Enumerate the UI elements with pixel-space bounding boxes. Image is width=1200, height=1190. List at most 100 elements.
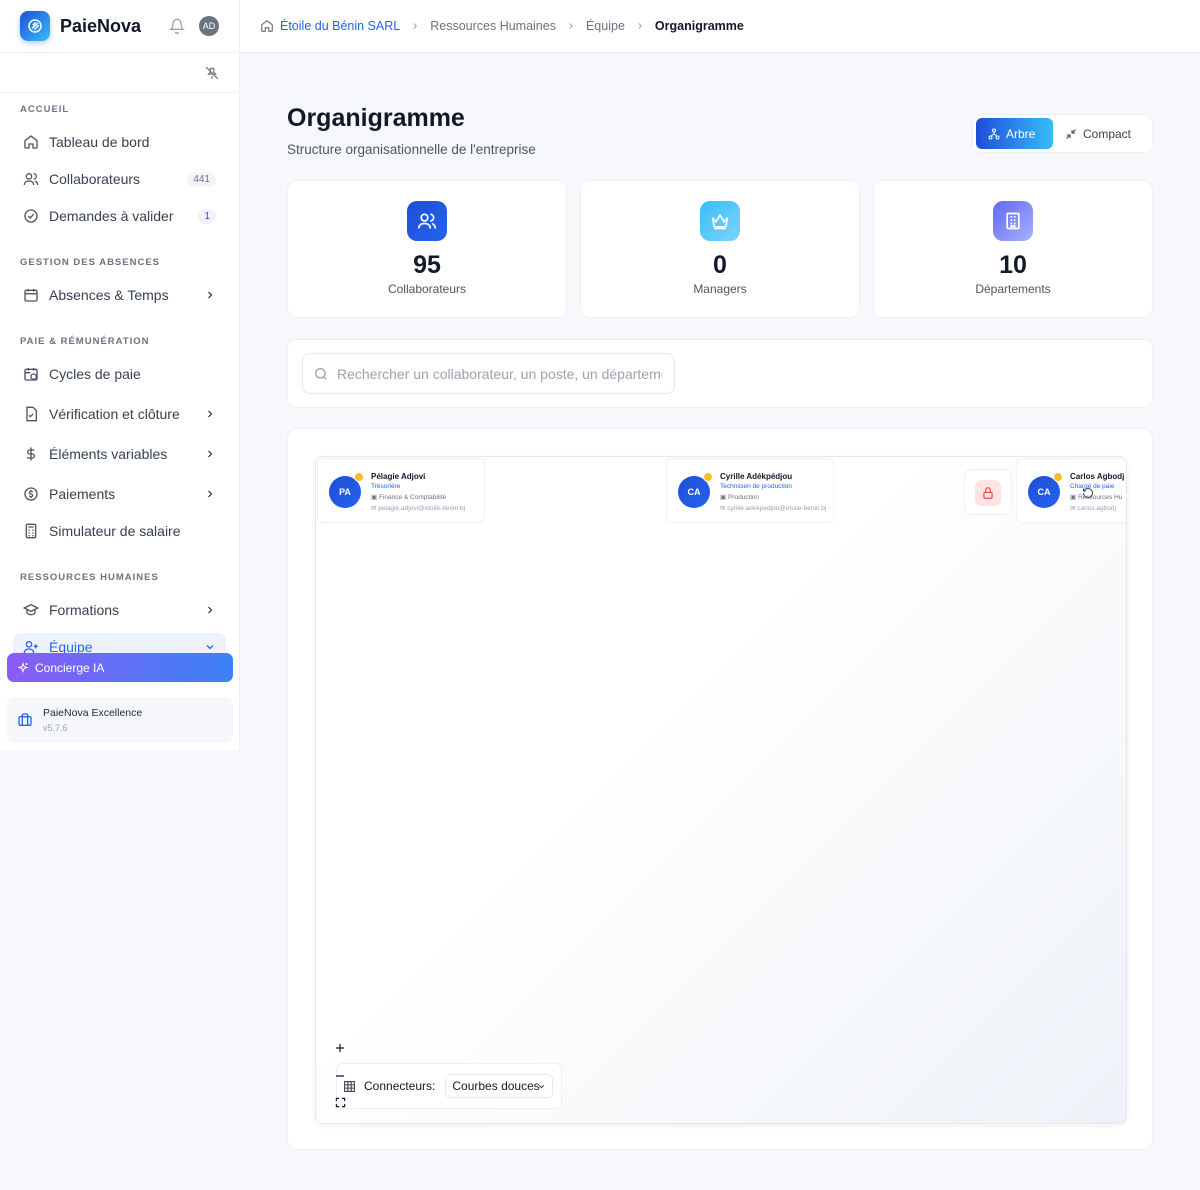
users-icon: [407, 201, 447, 241]
breadcrumb-rh[interactable]: Ressources Humaines: [430, 19, 556, 33]
user-avatar[interactable]: AD: [199, 16, 219, 36]
sidebar-item-tableau-de-bord[interactable]: Tableau de bord: [13, 125, 226, 159]
node-department-text: Finance & Comptabilité: [378, 494, 447, 501]
search-box: [302, 353, 675, 394]
stat-card-collaborateurs: 95 Collaborateurs: [287, 180, 567, 318]
stat-label: Départements: [975, 282, 1051, 296]
sidebar-item-collaborateurs[interactable]: Collaborateurs 441: [13, 162, 226, 196]
page-title: Organigramme: [287, 104, 465, 132]
chevron-right-icon: [208, 291, 213, 299]
home-icon[interactable]: [260, 19, 274, 33]
connectors-value: Courbes douces: [452, 1079, 540, 1093]
reset-icon[interactable]: [1082, 487, 1094, 499]
node-email: ✉ pelagie.adjovi@etoile-benin.bj: [371, 505, 466, 512]
node-email-text: cyrille.adekpedjou@etoile-benin.bj: [727, 505, 827, 512]
stat-value: 0: [713, 251, 727, 279]
page-subtitle: Structure organisationnelle de l'entrepr…: [287, 142, 536, 157]
version-title: PaieNova Excellence: [43, 707, 143, 719]
chevron-right-icon: [208, 606, 213, 614]
briefcase-icon: [18, 713, 32, 726]
sidebar-item-label: Simulateur de salaire: [49, 523, 181, 539]
stat-label: Managers: [693, 282, 747, 296]
sidebar-item-label: Cycles de paie: [49, 366, 141, 382]
node-department: ▣ Production: [720, 494, 760, 501]
sidebar-item-paiements[interactable]: Paiements: [13, 477, 226, 511]
home-icon: [24, 135, 38, 149]
lock-button[interactable]: [964, 469, 1012, 515]
stat-label: Collaborateurs: [387, 282, 467, 296]
sidebar-item-elements-variables[interactable]: Éléments variables: [13, 437, 226, 471]
sidebar-nav: ACCUEIL Tableau de bord Collaborateurs 4…: [0, 104, 239, 661]
stat-value: 10: [999, 251, 1027, 279]
bell-icon[interactable]: [169, 18, 185, 34]
node-role: Trésorière: [371, 483, 401, 490]
sidebar-item-demandes[interactable]: Demandes à valider 1: [13, 199, 226, 233]
chevron-right-icon: [413, 23, 418, 29]
sidebar-item-formations[interactable]: Formations: [13, 593, 226, 627]
node-email-text: carlos.agbodj: [1077, 505, 1116, 512]
chevron-down-icon: [206, 645, 214, 650]
sidebar-item-label: Éléments variables: [49, 446, 168, 462]
section-title-rh: RESSOURCES HUMAINES: [20, 572, 159, 583]
concierge-label: Concierge IA: [35, 660, 105, 675]
version-number: v5.7.6: [43, 723, 68, 733]
sidebar-item-cycles-de-paie[interactable]: Cycles de paie: [13, 357, 226, 391]
sidebar-item-label: Paiements: [49, 486, 116, 502]
chevron-down-icon: [539, 1084, 545, 1088]
org-chart-canvas[interactable]: PA Pélagie Adjovi Trésorière ▣ Finance &…: [315, 456, 1127, 1124]
search-input[interactable]: [337, 365, 662, 382]
sidebar-item-simulateur[interactable]: Simulateur de salaire: [13, 514, 226, 548]
sidebar-item-verification[interactable]: Vérification et clôture: [13, 397, 226, 431]
unpin-icon[interactable]: [205, 66, 219, 80]
view-tree-button[interactable]: Arbre: [976, 118, 1053, 149]
lock-icon: [975, 480, 1001, 506]
chevron-right-icon: [569, 23, 573, 29]
breadcrumb-company[interactable]: Étoile du Bénin SARL: [280, 19, 400, 33]
chevron-right-icon: [208, 450, 213, 458]
concierge-ia-button[interactable]: Concierge IA: [7, 653, 233, 682]
section-title-absences: GESTION DES ABSENCES: [20, 257, 161, 268]
connectors-select[interactable]: Courbes douces: [445, 1074, 554, 1098]
sidebar-item-label: Tableau de bord: [49, 134, 150, 150]
calculator-icon: [25, 523, 37, 539]
node-email-text: pelagie.adjovi@etoile-benin.bj: [378, 505, 466, 512]
app-logo-icon[interactable]: [20, 11, 50, 41]
app-name: PaieNova: [60, 15, 142, 36]
org-node[interactable]: CA Carlos Agbodj Chargé de paie ▣ Ressou…: [1016, 458, 1126, 523]
users-icon: [23, 173, 39, 186]
sidebar-item-label: Demandes à valider: [49, 208, 174, 224]
node-name: Cyrille Adékpédjou: [720, 472, 793, 481]
chevron-right-icon: [638, 23, 642, 29]
zoom-in-icon[interactable]: [334, 1042, 346, 1054]
sidebar-item-label: Absences & Temps: [49, 287, 169, 303]
stat-card-managers: 0 Managers: [580, 180, 860, 318]
calendar-icon: [24, 289, 38, 302]
sidebar-item-label: Formations: [49, 602, 120, 618]
connectors-label: Connecteurs:: [364, 1079, 436, 1093]
minimize-icon: [1066, 128, 1076, 139]
file-check-icon: [26, 406, 37, 422]
sparkles-icon: [17, 661, 29, 673]
calendar-clock-icon: [24, 368, 38, 381]
zoom-out-icon[interactable]: [334, 1070, 346, 1082]
node-email: ✉ cyrille.adekpedjou@etoile-benin.bj: [720, 505, 827, 512]
status-dot: [1053, 472, 1063, 482]
sidebar-item-label: Vérification et clôture: [49, 406, 180, 422]
status-dot: [354, 472, 364, 482]
node-name: Pélagie Adjovi: [371, 472, 426, 481]
count-badge: 1: [198, 208, 216, 224]
breadcrumb-equipe[interactable]: Équipe: [586, 19, 625, 33]
search-card: [287, 339, 1153, 408]
chevron-right-icon: [208, 490, 213, 498]
fit-view-icon[interactable]: [335, 1097, 346, 1108]
stat-card-departements: 10 Départements: [873, 180, 1153, 318]
org-node[interactable]: PA Pélagie Adjovi Trésorière ▣ Finance &…: [317, 458, 485, 523]
stat-value: 95: [413, 251, 441, 279]
org-node[interactable]: CA Cyrille Adékpédjou Technicien de prod…: [666, 458, 834, 523]
sidebar-item-absences[interactable]: Absences & Temps: [13, 278, 226, 312]
view-compact-button[interactable]: Compact: [1053, 118, 1143, 149]
coin-icon: [24, 487, 38, 501]
search-icon: [315, 367, 327, 380]
status-dot: [703, 472, 713, 482]
brand-bar: PaieNova AD: [0, 0, 239, 53]
